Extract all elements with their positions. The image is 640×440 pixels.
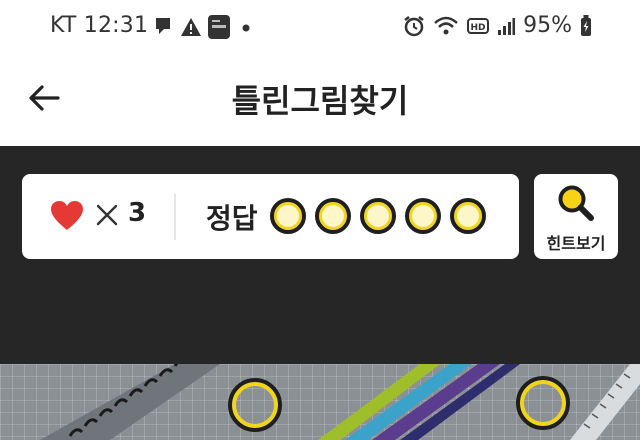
hint-button[interactable]: 힌트보기	[534, 174, 618, 259]
hint-label: 힌트보기	[546, 234, 606, 253]
wifi-icon	[434, 16, 458, 34]
app-header: 틀린그림찾기	[0, 58, 640, 146]
battery-icon	[581, 14, 591, 36]
more-notifications-dot-icon	[242, 24, 250, 32]
answer-slot	[405, 198, 441, 234]
message-notification-icon	[156, 18, 170, 34]
puzzle-picture[interactable]	[0, 364, 640, 440]
status-time: 12:31	[83, 13, 149, 38]
battery-percent: 95%	[523, 13, 572, 38]
status-carrier-time: KT 12:31	[50, 13, 148, 38]
status-bar: KT 12:31 HD 95%	[0, 0, 640, 58]
svg-text:HD: HD	[471, 23, 486, 33]
game-status-area: 3 정답 힌트보기	[0, 146, 640, 364]
answer-slot	[315, 198, 351, 234]
heart-icon	[51, 201, 83, 230]
lives-count: 3	[128, 198, 147, 228]
answer-slot	[360, 198, 396, 234]
warning-notification-icon	[181, 18, 201, 36]
found-difference-marker	[516, 376, 570, 430]
panel-divider	[174, 194, 176, 240]
alarm-icon	[404, 15, 424, 36]
game-info-panel: 3 정답	[22, 174, 519, 259]
hd-voice-icon: HD	[467, 17, 490, 34]
answer-slots	[270, 198, 486, 234]
answer-label: 정답	[206, 202, 258, 235]
answer-slot	[450, 198, 486, 234]
carrier-name: KT	[50, 13, 77, 38]
found-difference-marker	[228, 378, 282, 432]
times-icon	[96, 204, 118, 226]
magnifier-icon	[558, 185, 594, 221]
signal-icon	[498, 17, 516, 35]
page-title: 틀린그림찾기	[231, 82, 409, 120]
answer-slot	[270, 198, 306, 234]
app-notification-icon	[208, 15, 230, 39]
status-right-group: HD 95%	[403, 13, 592, 38]
